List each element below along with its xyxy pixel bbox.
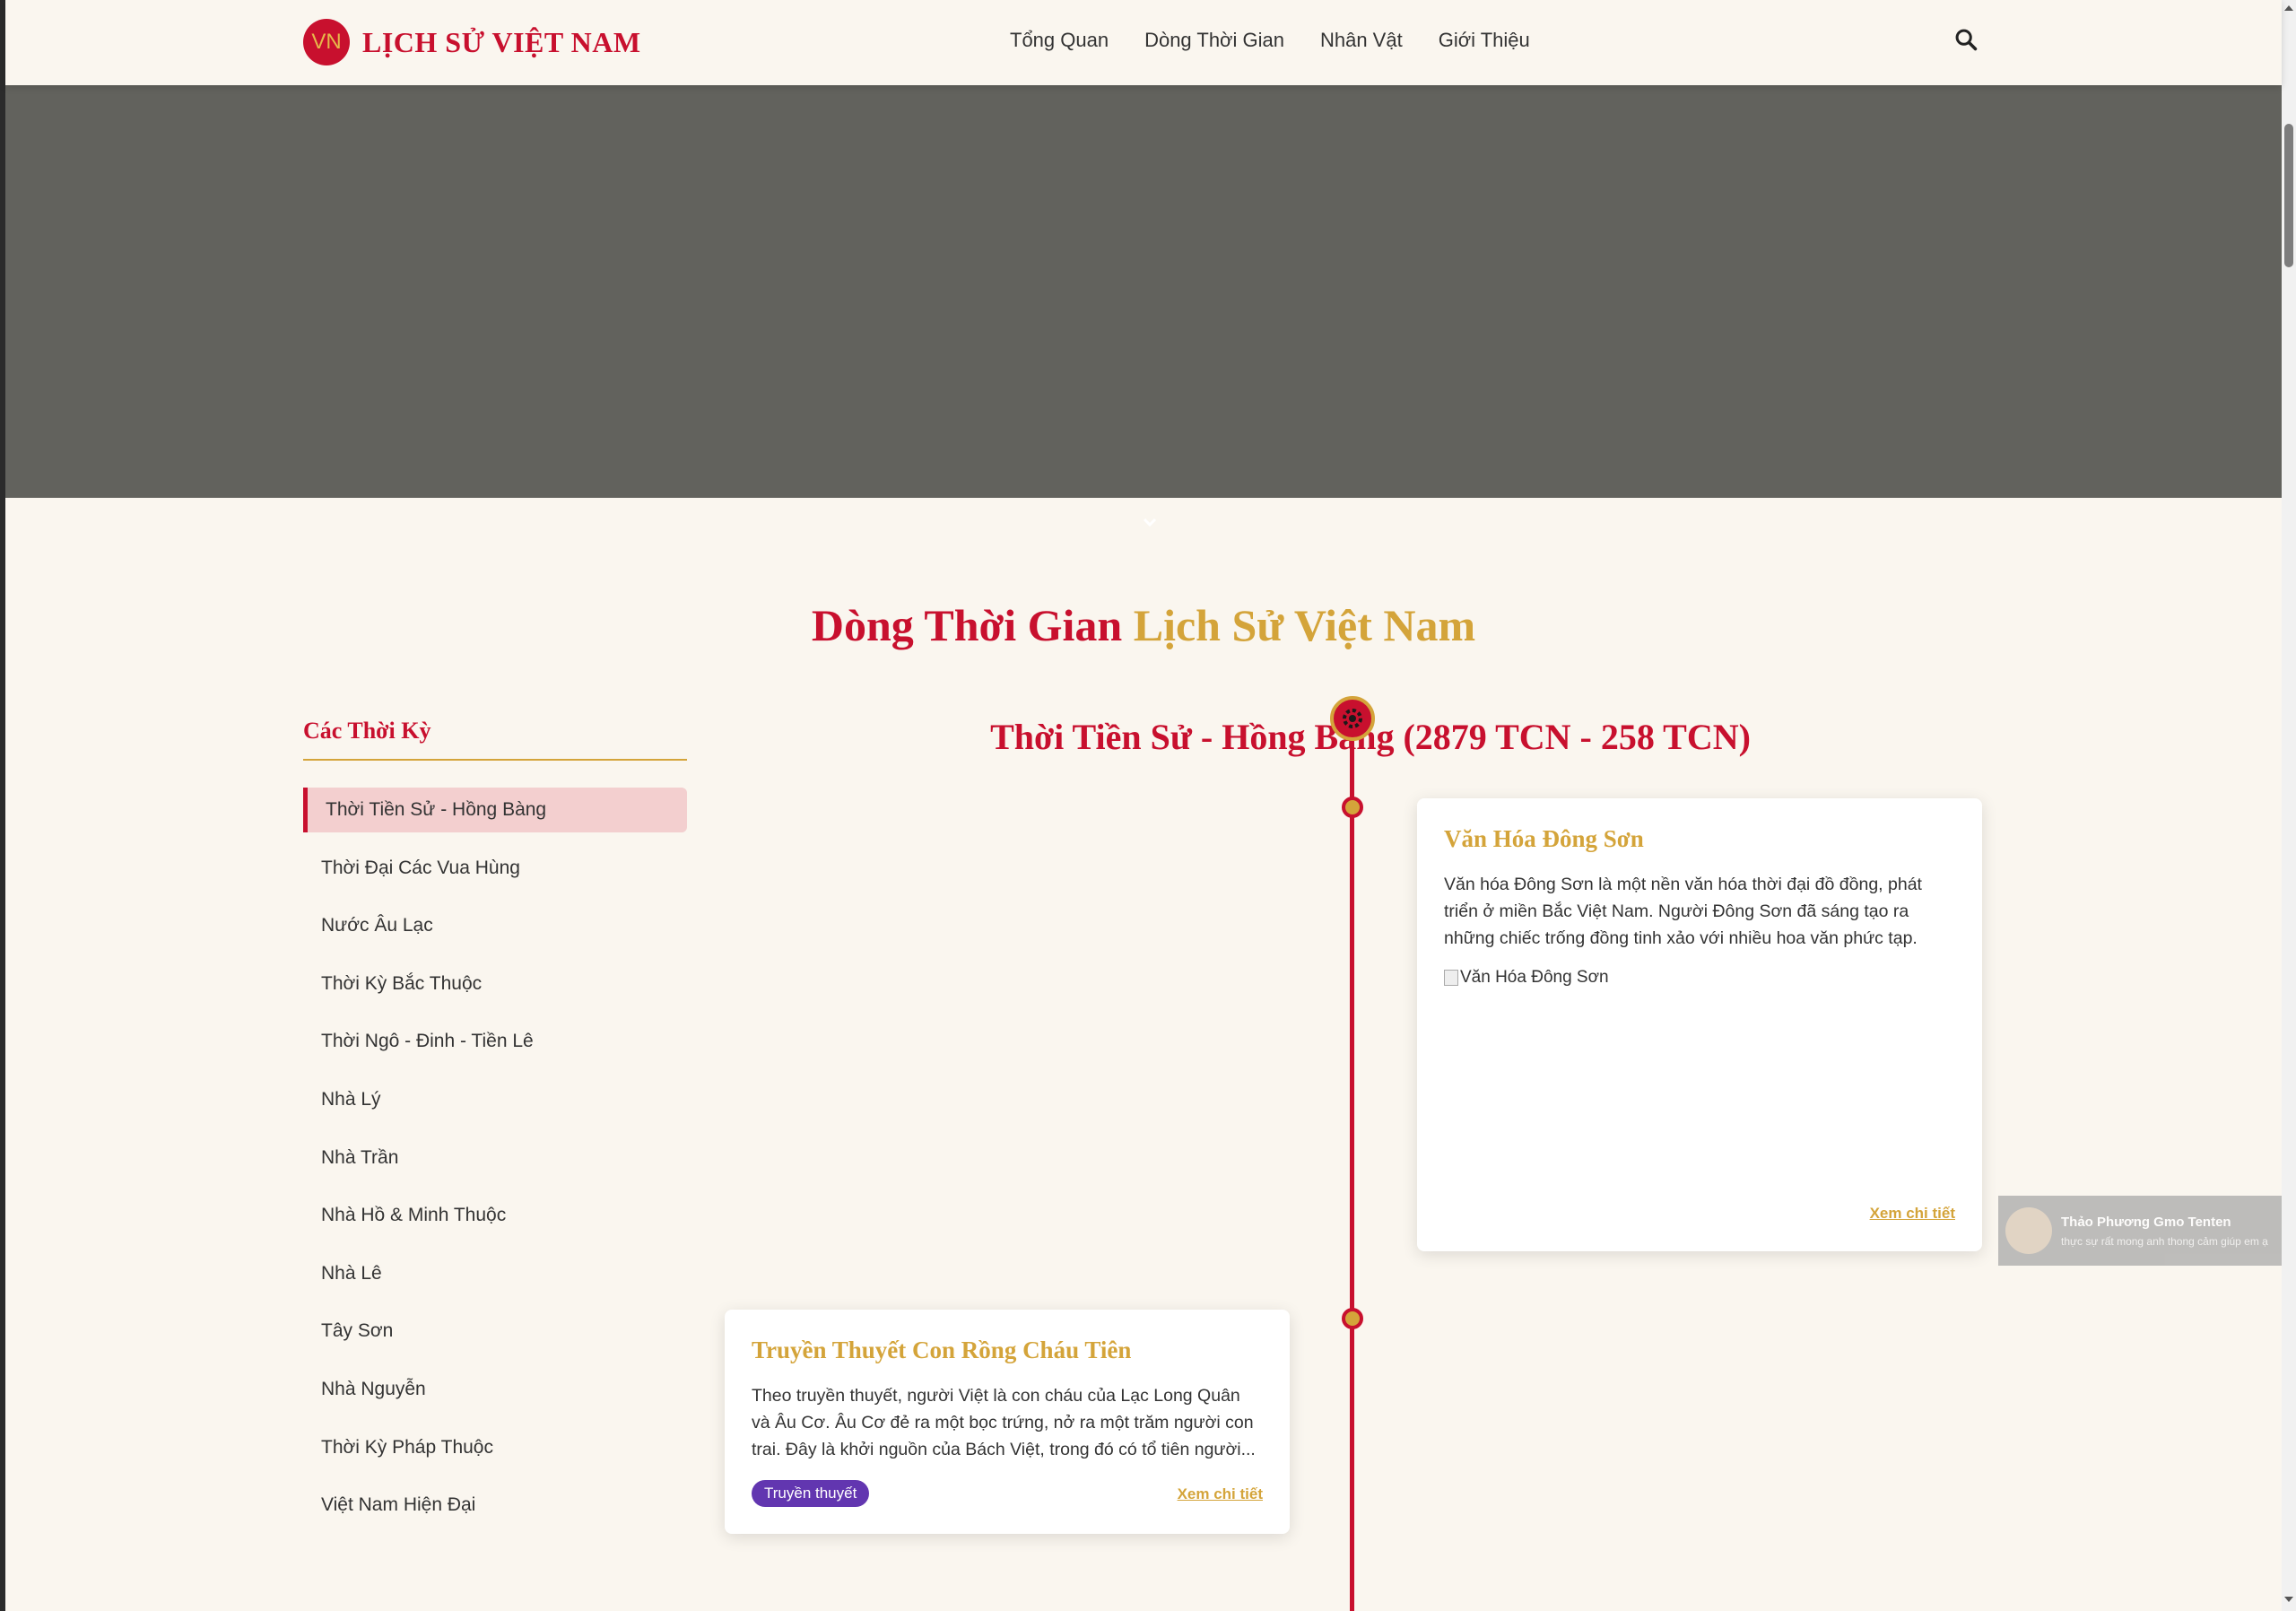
scrollbar-thumb[interactable] (2284, 124, 2293, 267)
logo-text: LỊCH SỬ VIỆT NAM (362, 25, 641, 58)
section-title-part2: Lịch Sử Việt Nam (1133, 600, 1476, 650)
avatar (2005, 1207, 2052, 1254)
scroll-down-arrow[interactable] (2284, 1597, 2293, 1602)
chat-notification-toast[interactable]: Thảo Phương Gmo Tenten thực sự rất mong … (1998, 1196, 2296, 1266)
timeline-dot (1342, 797, 1363, 818)
gear-icon (1343, 709, 1362, 728)
event-description: Văn hóa Đông Sơn là một nền văn hóa thời… (1444, 875, 1922, 948)
broken-image-icon (1444, 970, 1458, 986)
sidebar-title: Các Thời Kỳ (303, 718, 687, 761)
period-list: Thời Tiền Sử - Hồng Bàng Thời Đại Các Vu… (303, 788, 687, 1528)
sidebar-item-nha-le[interactable]: Nhà Lê (303, 1251, 687, 1296)
section-title-part1: Dòng Thời Gian (811, 600, 1123, 650)
sidebar-item-nha-nguyen[interactable]: Nhà Nguyễn (303, 1367, 687, 1412)
timeline-dot (1342, 1308, 1363, 1329)
event-description: Theo truyền thuyết, người Việt là con ch… (752, 1386, 1256, 1459)
timeline-line (1350, 718, 1354, 1611)
view-detail-link[interactable]: Xem chi tiết (1870, 1205, 1955, 1223)
sidebar-item-bac-thuoc[interactable]: Thời Kỳ Bắc Thuộc (303, 962, 687, 1006)
site-logo[interactable]: VN LỊCH SỬ VIỆT NAM (303, 19, 641, 65)
sidebar-item-nha-ho-minh-thuoc[interactable]: Nhà Hồ & Minh Thuộc (303, 1193, 687, 1238)
sidebar-item-hien-dai[interactable]: Việt Nam Hiện Đại (303, 1483, 687, 1528)
nav-link-nhan-vat[interactable]: Nhân Vật (1320, 29, 1403, 52)
section-title: Dòng Thời Gian Lịch Sử Việt Nam (0, 599, 2287, 651)
chevron-down-icon[interactable] (1137, 514, 1162, 532)
sidebar-item-nha-ly[interactable]: Nhà Lý (303, 1077, 687, 1122)
page-scrollbar[interactable] (2282, 0, 2296, 1611)
toast-sender-name: Thảo Phương Gmo Tenten (2061, 1214, 2231, 1230)
view-detail-link[interactable]: Xem chi tiết (1178, 1485, 1263, 1503)
event-image-alt: Văn Hóa Đông Sơn (1460, 968, 1609, 987)
event-card-con-rong-chau-tien: Truyền Thuyết Con Rồng Cháu Tiên Theo tr… (725, 1310, 1290, 1534)
event-card-dong-son: Văn Hóa Đông Sơn Văn hóa Đông Sơn là một… (1417, 798, 1982, 1251)
search-icon[interactable] (1953, 27, 1979, 52)
site-header: VN LỊCH SỬ VIỆT NAM Tổng Quan Dòng Thời … (5, 0, 2282, 85)
main-nav: Tổng Quan Dòng Thời Gian Nhân Vật Giới T… (1010, 29, 1566, 52)
scroll-up-arrow[interactable] (2284, 5, 2293, 11)
sidebar-item-tay-son[interactable]: Tây Sơn (303, 1309, 687, 1354)
sidebar-item-au-lac[interactable]: Nước Âu Lạc (303, 903, 687, 948)
nav-link-gioi-thieu[interactable]: Giới Thiệu (1439, 29, 1530, 52)
sidebar-item-tien-su-hong-bang[interactable]: Thời Tiền Sử - Hồng Bàng (303, 788, 687, 832)
event-title: Văn Hóa Đông Sơn (1444, 825, 1644, 852)
nav-link-tong-quan[interactable]: Tổng Quan (1010, 29, 1109, 52)
period-sidebar: Các Thời Kỳ Thời Tiền Sử - Hồng Bàng Thờ… (303, 718, 687, 1541)
toast-content: Thảo Phương Gmo Tenten thực sự rất mong … (2061, 1215, 2268, 1248)
sidebar-item-phap-thuoc[interactable]: Thời Kỳ Pháp Thuộc (303, 1425, 687, 1470)
logo-badge: VN (303, 19, 350, 65)
event-title: Truyền Thuyết Con Rồng Cháu Tiên (752, 1337, 1132, 1363)
toast-message: thực sự rất mong anh thong cảm giúp em ạ (2061, 1234, 2268, 1248)
nav-link-dong-thoi-gian[interactable]: Dòng Thời Gian (1144, 29, 1284, 52)
timeline-marker (1330, 696, 1375, 741)
event-image: Văn Hóa Đông Sơn (1444, 968, 1955, 988)
sidebar-item-vua-hung[interactable]: Thời Đại Các Vua Hùng (303, 846, 687, 891)
hero-banner (5, 85, 2282, 527)
event-tag: Truyền thuyết (752, 1480, 870, 1507)
sidebar-item-ngo-dinh-tien-le[interactable]: Thời Ngô - Đinh - Tiền Lê (303, 1019, 687, 1064)
sidebar-item-nha-tran[interactable]: Nhà Trần (303, 1136, 687, 1180)
